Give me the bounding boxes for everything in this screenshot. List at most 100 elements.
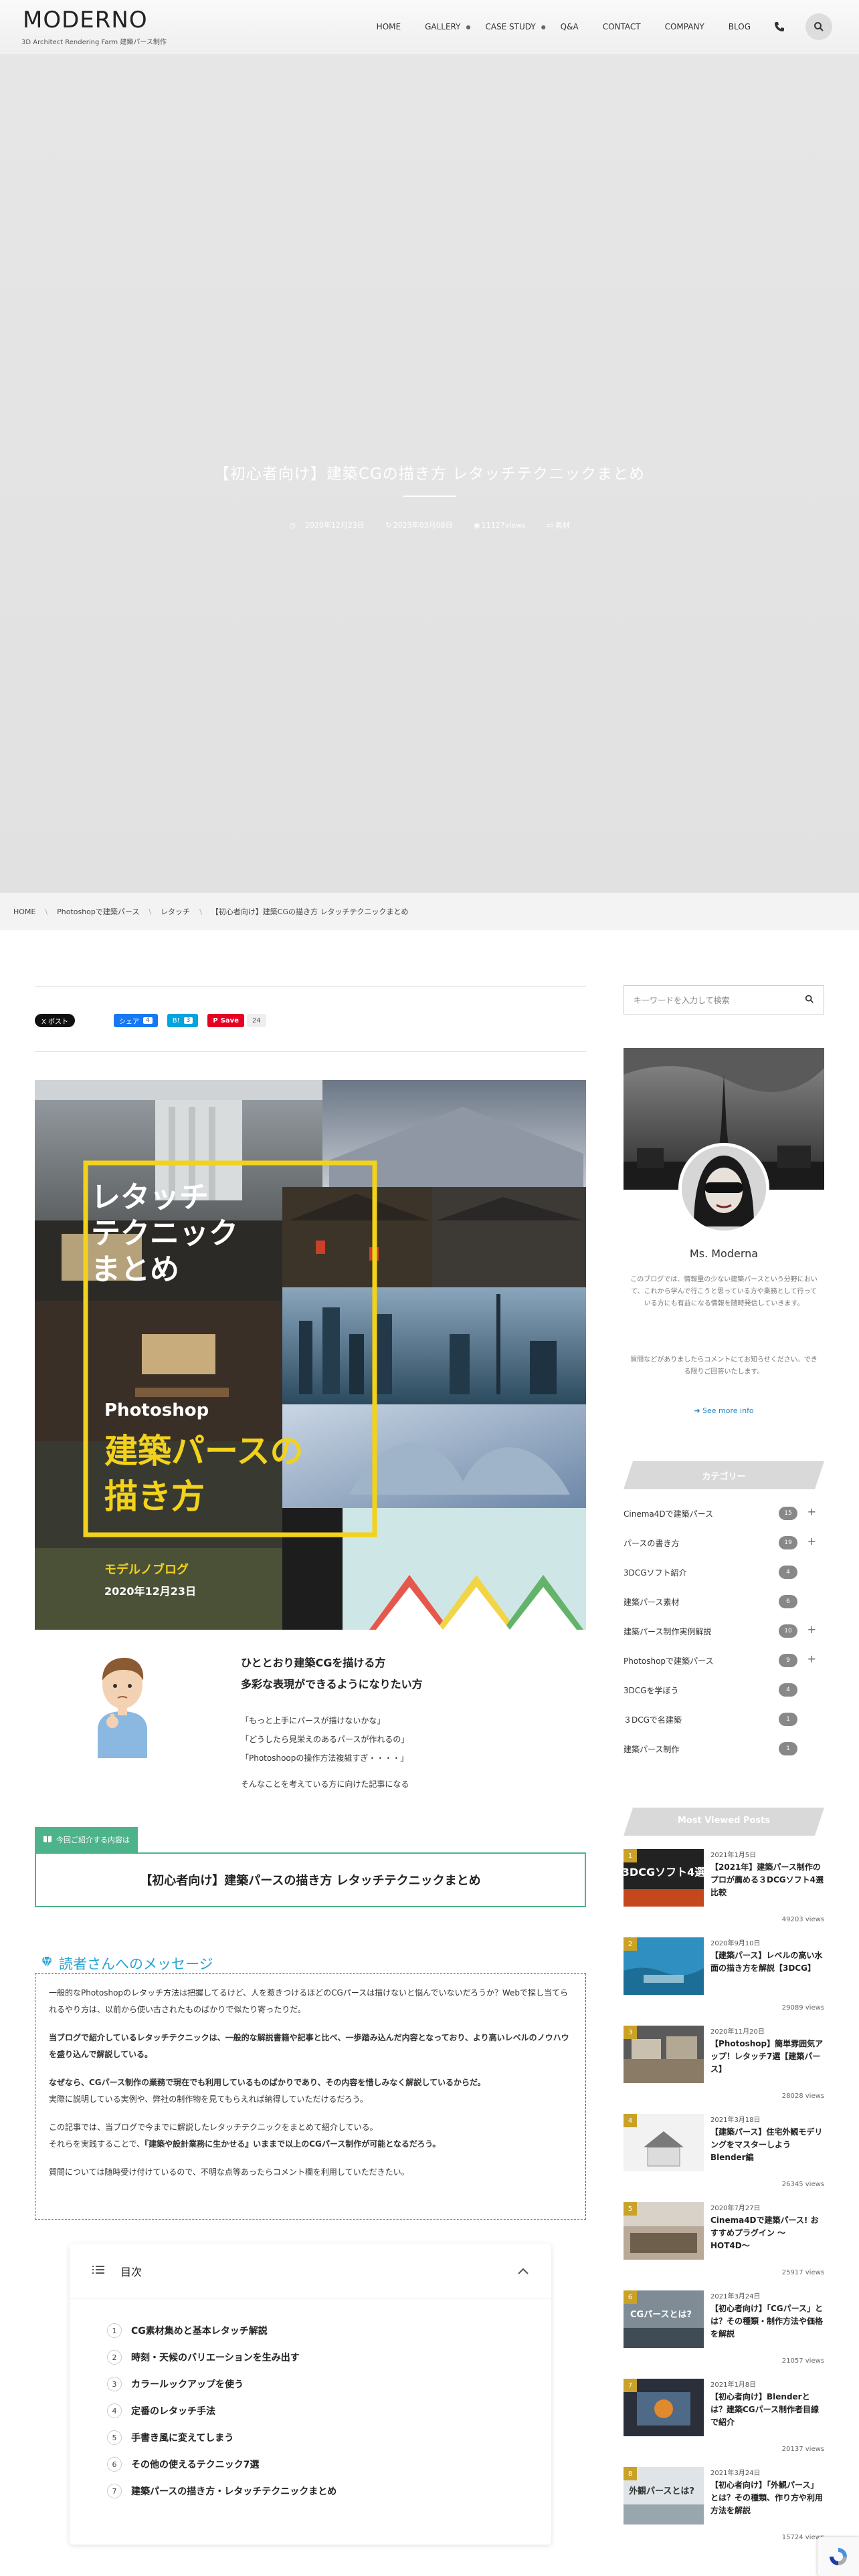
nav-company[interactable]: COMPANY (665, 22, 704, 31)
facebook-share-button[interactable]: シェア 4 (114, 1014, 158, 1027)
category-label[interactable]: 建築パース制作実例解説 (624, 1626, 711, 1637)
profile-bio: このブログでは、情報量の少ない建築パースという分野において、これから学んで行こう… (630, 1276, 818, 1307)
breadcrumb-category[interactable]: Photoshopで建築パース (57, 906, 139, 917)
nav-qa[interactable]: Q&A (561, 22, 579, 31)
category-count: 4 (779, 1683, 797, 1697)
category-label[interactable]: 建築パース素材 (624, 1596, 679, 1608)
category-item[interactable]: 3DCGを学ぼう 4 (624, 1675, 824, 1705)
toc-link[interactable]: 時刻・天候のバリエーションを生み出す (131, 2351, 300, 2364)
toc-item[interactable]: 6 その他の使えるテクニック7選 (107, 2451, 551, 2478)
chevron-up-icon[interactable] (518, 2264, 529, 2277)
post-title[interactable]: 【Photoshop】簡単雰囲気アップ！レタッチ7選【建築パース】 (710, 2038, 824, 2076)
popular-post[interactable]: 7 2021年1月8日 【初心者向け】Blenderとは？建築CGパース制作者目… (624, 2379, 824, 2467)
category-label[interactable]: 建築パース制作 (624, 1743, 679, 1755)
category-label[interactable]: Cinema4Dで建築パース (624, 1508, 713, 1519)
toc-header[interactable]: 目次 (70, 2244, 551, 2298)
phone-icon[interactable] (772, 19, 787, 34)
nav-blog[interactable]: BLOG (729, 22, 751, 31)
popular-post[interactable]: 4 2021年3月18日 【建築パース】住宅外観モデリングをマスターしようBle… (624, 2114, 824, 2202)
dropdown-dot-icon: ● (466, 23, 471, 30)
nav-gallery[interactable]: GALLERY (425, 22, 460, 31)
recaptcha-badge[interactable] (818, 2537, 859, 2576)
category-label[interactable]: 3DCGソフト紹介 (624, 1567, 687, 1578)
plus-icon[interactable]: + (807, 1623, 816, 1636)
x-share-button[interactable]: X ポスト (35, 1014, 76, 1027)
message-paragraph: なぜなら、CGパース制作の業務で現在でも利用しているものばかりであり、その内容を… (49, 2074, 572, 2108)
intro-quotes: 「もっと上手にパースが描けないかな」 「どうしたら見栄えのあるパースが作れるの」… (241, 1711, 409, 1767)
post-title[interactable]: 【初心者向け】Blenderとは？建築CGパース制作者目線で紹介 (710, 2391, 824, 2429)
popular-post[interactable]: 3DCGソフト4選 1 2021年1月5日 【2021年】建築パース制作のプロが… (624, 1849, 824, 1937)
intro-lead: ひととおり建築CGを描ける方 多彩な表現ができるようになりたい方 (241, 1652, 423, 1695)
plus-icon[interactable]: + (807, 1652, 816, 1665)
toc-link[interactable]: その他の使えるテクニック7選 (131, 2458, 259, 2471)
post-title[interactable]: 【建築パース】レベルの高い水面の描き方を解説【3DCG】 (710, 1949, 824, 1975)
category-item[interactable]: ３DCGで名建築 1 (624, 1705, 824, 1734)
post-title[interactable]: 【初心者向け】「CGパース」とは？その種類・制作方法や価格を解説 (710, 2302, 824, 2341)
breadcrumb-current: 【初心者向け】建築CGの描き方 レタッチテクニックまとめ (211, 907, 409, 916)
rank-badge: 5 (624, 2202, 637, 2216)
breadcrumb-subcategory[interactable]: レタッチ (161, 906, 190, 917)
nav-home[interactable]: HOME (377, 22, 401, 31)
plus-icon[interactable]: + (807, 1505, 816, 1518)
post-title[interactable]: 【初心者向け】「外観パース」とは？その種類、作り方や利用方法を解説 (710, 2479, 824, 2517)
popular-post[interactable]: CGパースとは? 6 2021年3月24日 【初心者向け】「CGパース」とは？そ… (624, 2290, 824, 2379)
list-icon (92, 2264, 104, 2277)
popular-post[interactable]: 3 2020年11月20日 【Photoshop】簡単雰囲気アップ！レタッチ7選… (624, 2026, 824, 2114)
post-date: 2021年1月5日 (710, 1852, 757, 1859)
category-item[interactable]: 3DCGソフト紹介 4 (624, 1558, 824, 1587)
toc-item[interactable]: 3 カラールックアップを使う (107, 2371, 551, 2397)
category-item[interactable]: パースの書き方 19 + (624, 1528, 824, 1558)
share-buttons: X ポスト シェア 4 B! 3 P Save 24 (35, 1013, 266, 1028)
toc-item[interactable]: 2 時刻・天候のバリエーションを生み出す (107, 2344, 551, 2371)
category-list: Cinema4Dで建築パース 15 + パースの書き方 19 + 3DCGソフト紹介 4 … (624, 1499, 824, 1763)
category-label[interactable]: 3DCGを学ぼう (624, 1685, 679, 1696)
search-icon[interactable] (805, 13, 832, 40)
popular-post[interactable]: 5 2020年7月27日 Cinema4Dで建築パース! おすすめプラグイン 〜… (624, 2202, 824, 2290)
toc-number: 4 (107, 2403, 122, 2418)
post-title[interactable]: Cinema4Dで建築パース! おすすめプラグイン 〜HOT4D〜 (710, 2214, 824, 2252)
rank-badge: 8 (624, 2467, 637, 2480)
search-input[interactable]: キーワードを入力して検索 (634, 994, 730, 1006)
post-title[interactable]: 【建築パース】住宅外観モデリングをマスターしようBlender編 (710, 2126, 824, 2164)
post-category[interactable]: 素材 (555, 521, 570, 530)
toc-link[interactable]: 手書き風に変えてしまう (131, 2431, 233, 2444)
sidebar-search[interactable]: キーワードを入力して検索 (624, 985, 824, 1014)
category-count: 4 (779, 1566, 797, 1579)
breadcrumb-home[interactable]: HOME (13, 907, 35, 916)
category-count: 10 (779, 1624, 797, 1638)
plus-icon[interactable]: + (807, 1535, 816, 1547)
post-title[interactable]: 【2021年】建築パース制作のプロが薦める３DCGソフト4選比較 (710, 1861, 824, 1899)
search-icon[interactable] (805, 994, 814, 1006)
page: MODERNO 3D Architect Rendering Farm 建築パー… (0, 0, 859, 2576)
category-item[interactable]: 建築パース制作実例解説 10 + (624, 1616, 824, 1646)
toc-item[interactable]: 1 CG素材集めと基本レタッチ解説 (107, 2317, 551, 2344)
category-label[interactable]: ３DCGで名建築 (624, 1714, 682, 1725)
category-item[interactable]: Cinema4Dで建築パース 15 + (624, 1499, 824, 1528)
see-more-link[interactable]: ➜ See more info (624, 1406, 824, 1415)
post-views: 21057 views (781, 2357, 824, 2365)
toc-item[interactable]: 7 建築パースの描き方・レタッチテクニックまとめ (107, 2478, 551, 2504)
toc-link[interactable]: CG素材集めと基本レタッチ解説 (131, 2324, 268, 2337)
toc-item[interactable]: 4 定番のレタッチ手法 (107, 2397, 551, 2424)
hatena-bookmark-button[interactable]: B! 3 (167, 1014, 199, 1027)
popular-post[interactable]: 外観パースとは? 8 2021年3月24日 【初心者向け】「外観パース」とは？そ… (624, 2467, 824, 2555)
category-item[interactable]: 建築パース素材 6 (624, 1587, 824, 1616)
nav-contact[interactable]: CONTACT (603, 22, 641, 31)
toc-item[interactable]: 5 手書き風に変えてしまう (107, 2424, 551, 2451)
hero-banner: 【初心者向け】建築CGの描き方 レタッチテクニックまとめ ◷ 2020年12月23… (0, 54, 859, 893)
intro-box-tag-label: 今回ご紹介する内容は (56, 1836, 130, 1844)
category-item[interactable]: 建築パース制作 1 (624, 1734, 824, 1763)
message-paragraph: この記事では、当ブログで今までに解説したレタッチテクニックをまとめて紹介している… (49, 2119, 572, 2153)
site-logo[interactable]: MODERNO (23, 7, 148, 33)
toc-link[interactable]: カラールックアップを使う (131, 2377, 244, 2391)
pinterest-save-button[interactable]: P Save (207, 1014, 244, 1027)
popular-post[interactable]: 2 2020年9月10日 【建築パース】レベルの高い水面の描き方を解説【3DCG… (624, 1937, 824, 2026)
category-label[interactable]: パースの書き方 (624, 1537, 679, 1549)
categories-heading: カテゴリー (624, 1461, 824, 1489)
nav-case-study[interactable]: CASE STUDY (485, 22, 535, 31)
toc-link[interactable]: 定番のレタッチ手法 (131, 2404, 215, 2418)
category-item[interactable]: Photoshopで建築パース 9 + (624, 1646, 824, 1675)
toc-link[interactable]: 建築パースの描き方・レタッチテクニックまとめ (131, 2484, 337, 2498)
eyecatch-line2: テクニック (91, 1216, 238, 1251)
category-label[interactable]: Photoshopで建築パース (624, 1655, 713, 1667)
